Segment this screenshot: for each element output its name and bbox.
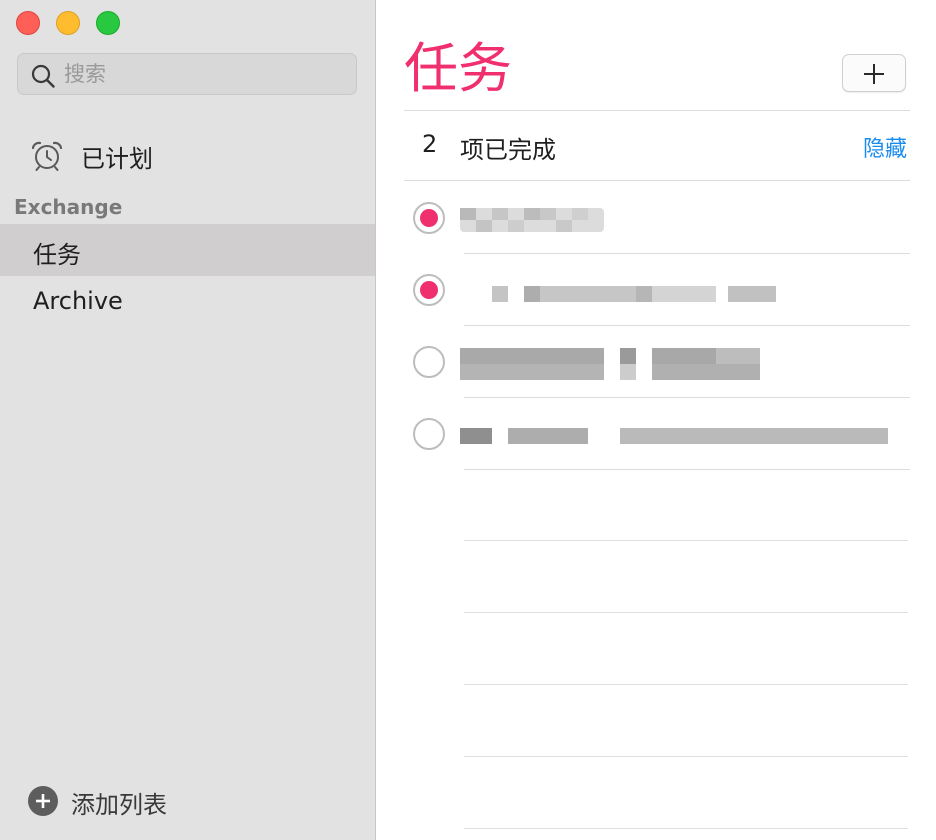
- minimize-window-button[interactable]: [56, 11, 80, 35]
- empty-row-line: [464, 684, 908, 685]
- sidebar-item-archive[interactable]: Archive: [0, 276, 375, 328]
- completed-summary-text: 项已完成: [460, 136, 556, 164]
- add-reminder-button[interactable]: [842, 54, 906, 92]
- sidebar: 已计划 Exchange 任务 Archive 添加列表: [0, 0, 375, 840]
- sidebar-item-label: 任务: [33, 241, 81, 269]
- empty-row-line: [464, 540, 908, 541]
- task-checkbox-unchecked[interactable]: [413, 418, 445, 450]
- task-checkbox-checked[interactable]: [413, 274, 445, 306]
- empty-row-line: [464, 612, 908, 613]
- sidebar-item-label: Archive: [33, 287, 123, 315]
- summary-divider: [404, 180, 910, 181]
- task-row[interactable]: [404, 326, 910, 398]
- plus-circle-icon: [28, 786, 58, 816]
- completed-count: 2: [422, 130, 438, 158]
- task-title-redacted[interactable]: [460, 348, 760, 380]
- alarm-clock-icon: [31, 141, 63, 171]
- task-checkbox-unchecked[interactable]: [413, 346, 445, 378]
- task-title-redacted[interactable]: [460, 286, 776, 302]
- task-separator: [464, 469, 910, 470]
- page-title: 任务: [404, 37, 512, 100]
- smart-list-scheduled-label: 已计划: [81, 145, 153, 173]
- smart-list-scheduled[interactable]: 已计划: [0, 132, 375, 178]
- task-row[interactable]: [404, 254, 910, 326]
- zoom-window-button[interactable]: [96, 11, 120, 35]
- search-icon: [31, 64, 55, 88]
- search-field[interactable]: [17, 53, 357, 95]
- task-checkbox-checked[interactable]: [413, 202, 445, 234]
- task-title-redacted[interactable]: [460, 208, 604, 232]
- sidebar-item-tasks[interactable]: 任务: [0, 224, 375, 276]
- title-divider: [404, 110, 910, 111]
- account-section-header: Exchange: [14, 195, 123, 219]
- search-input[interactable]: [64, 54, 344, 94]
- close-window-button[interactable]: [16, 11, 40, 35]
- plus-icon: [864, 64, 884, 84]
- empty-row-line: [464, 756, 908, 757]
- task-title-redacted[interactable]: [460, 428, 888, 444]
- task-row[interactable]: [404, 398, 910, 470]
- task-row[interactable]: [404, 182, 910, 254]
- main-panel: 任务 2 项已完成 隐藏: [376, 0, 936, 840]
- hide-completed-button[interactable]: 隐藏: [863, 131, 907, 163]
- add-list-label: 添加列表: [71, 791, 167, 819]
- empty-row-line: [464, 828, 908, 829]
